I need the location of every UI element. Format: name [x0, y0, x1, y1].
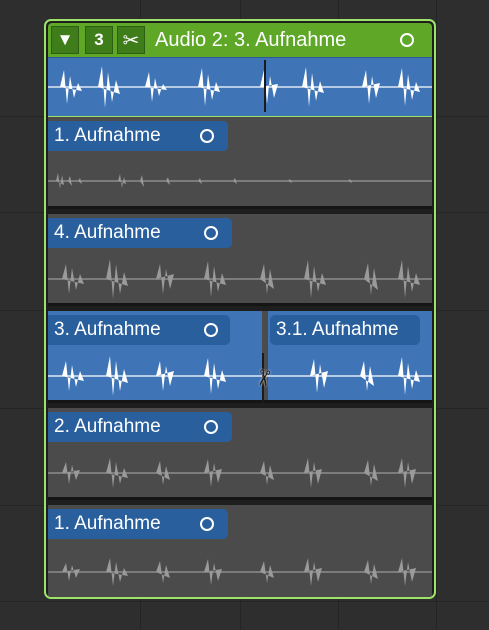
quick-swipe-comping-button[interactable]: ✂ [117, 26, 145, 54]
grid-line [436, 0, 437, 630]
take-count-button[interactable]: 3 [85, 26, 113, 54]
take-lane[interactable]: 1. Aufnahme [48, 117, 432, 209]
take-label[interactable]: 4. Aufnahme [48, 218, 232, 248]
take-waveform [48, 458, 432, 488]
take-name: 2. Aufnahme [54, 416, 161, 437]
take-name: 4. Aufnahme [54, 222, 161, 243]
take-lane-selected[interactable]: 3. Aufnahme 3.1. Aufnahme ✂ [48, 311, 432, 403]
comp-lane[interactable] [48, 57, 432, 118]
take-folder-title: Audio 2: 3. Aufnahme [155, 29, 347, 51]
take-label[interactable]: 1. Aufnahme [48, 121, 228, 151]
split-marker [264, 60, 266, 112]
triangle-down-icon: ▼ [56, 30, 74, 49]
take-folder[interactable]: ▼ 3 ✂ Audio 2: 3. Aufnahme 1. Aufnahme 4 [44, 19, 436, 599]
take-label[interactable]: 2. Aufnahme [48, 412, 232, 442]
take-waveform [48, 259, 432, 299]
loop-icon[interactable] [400, 33, 414, 47]
scissors-icon: ✂ [122, 29, 140, 52]
take-name: 3. Aufnahme [54, 319, 161, 340]
loop-icon[interactable] [204, 420, 218, 434]
take-lane[interactable]: 4. Aufnahme [48, 214, 432, 306]
scissors-cursor-icon: ✂ [249, 366, 278, 390]
take-count: 3 [94, 30, 104, 49]
take-name: 1. Aufnahme [54, 125, 161, 146]
take-waveform [48, 558, 432, 586]
take-waveform [48, 356, 432, 396]
grid-line [0, 601, 489, 602]
split-take-label[interactable]: 3.1. Aufnahme [270, 315, 420, 345]
take-waveform [48, 173, 432, 189]
take-name: 1. Aufnahme [54, 513, 161, 534]
loop-icon[interactable] [204, 226, 218, 240]
take-name: 3.1. Aufnahme [276, 319, 399, 340]
loop-icon[interactable] [200, 129, 214, 143]
take-lane[interactable]: 2. Aufnahme [48, 408, 432, 500]
loop-icon[interactable] [204, 323, 218, 337]
loop-icon[interactable] [200, 517, 214, 531]
take-lane[interactable]: 1. Aufnahme [48, 505, 432, 597]
take-label[interactable]: 1. Aufnahme [48, 509, 228, 539]
take-label[interactable]: 3. Aufnahme [48, 315, 230, 345]
comp-waveform [48, 66, 432, 108]
take-folder-header[interactable]: ▼ 3 ✂ Audio 2: 3. Aufnahme [48, 23, 432, 57]
disclosure-triangle-button[interactable]: ▼ [51, 26, 79, 54]
